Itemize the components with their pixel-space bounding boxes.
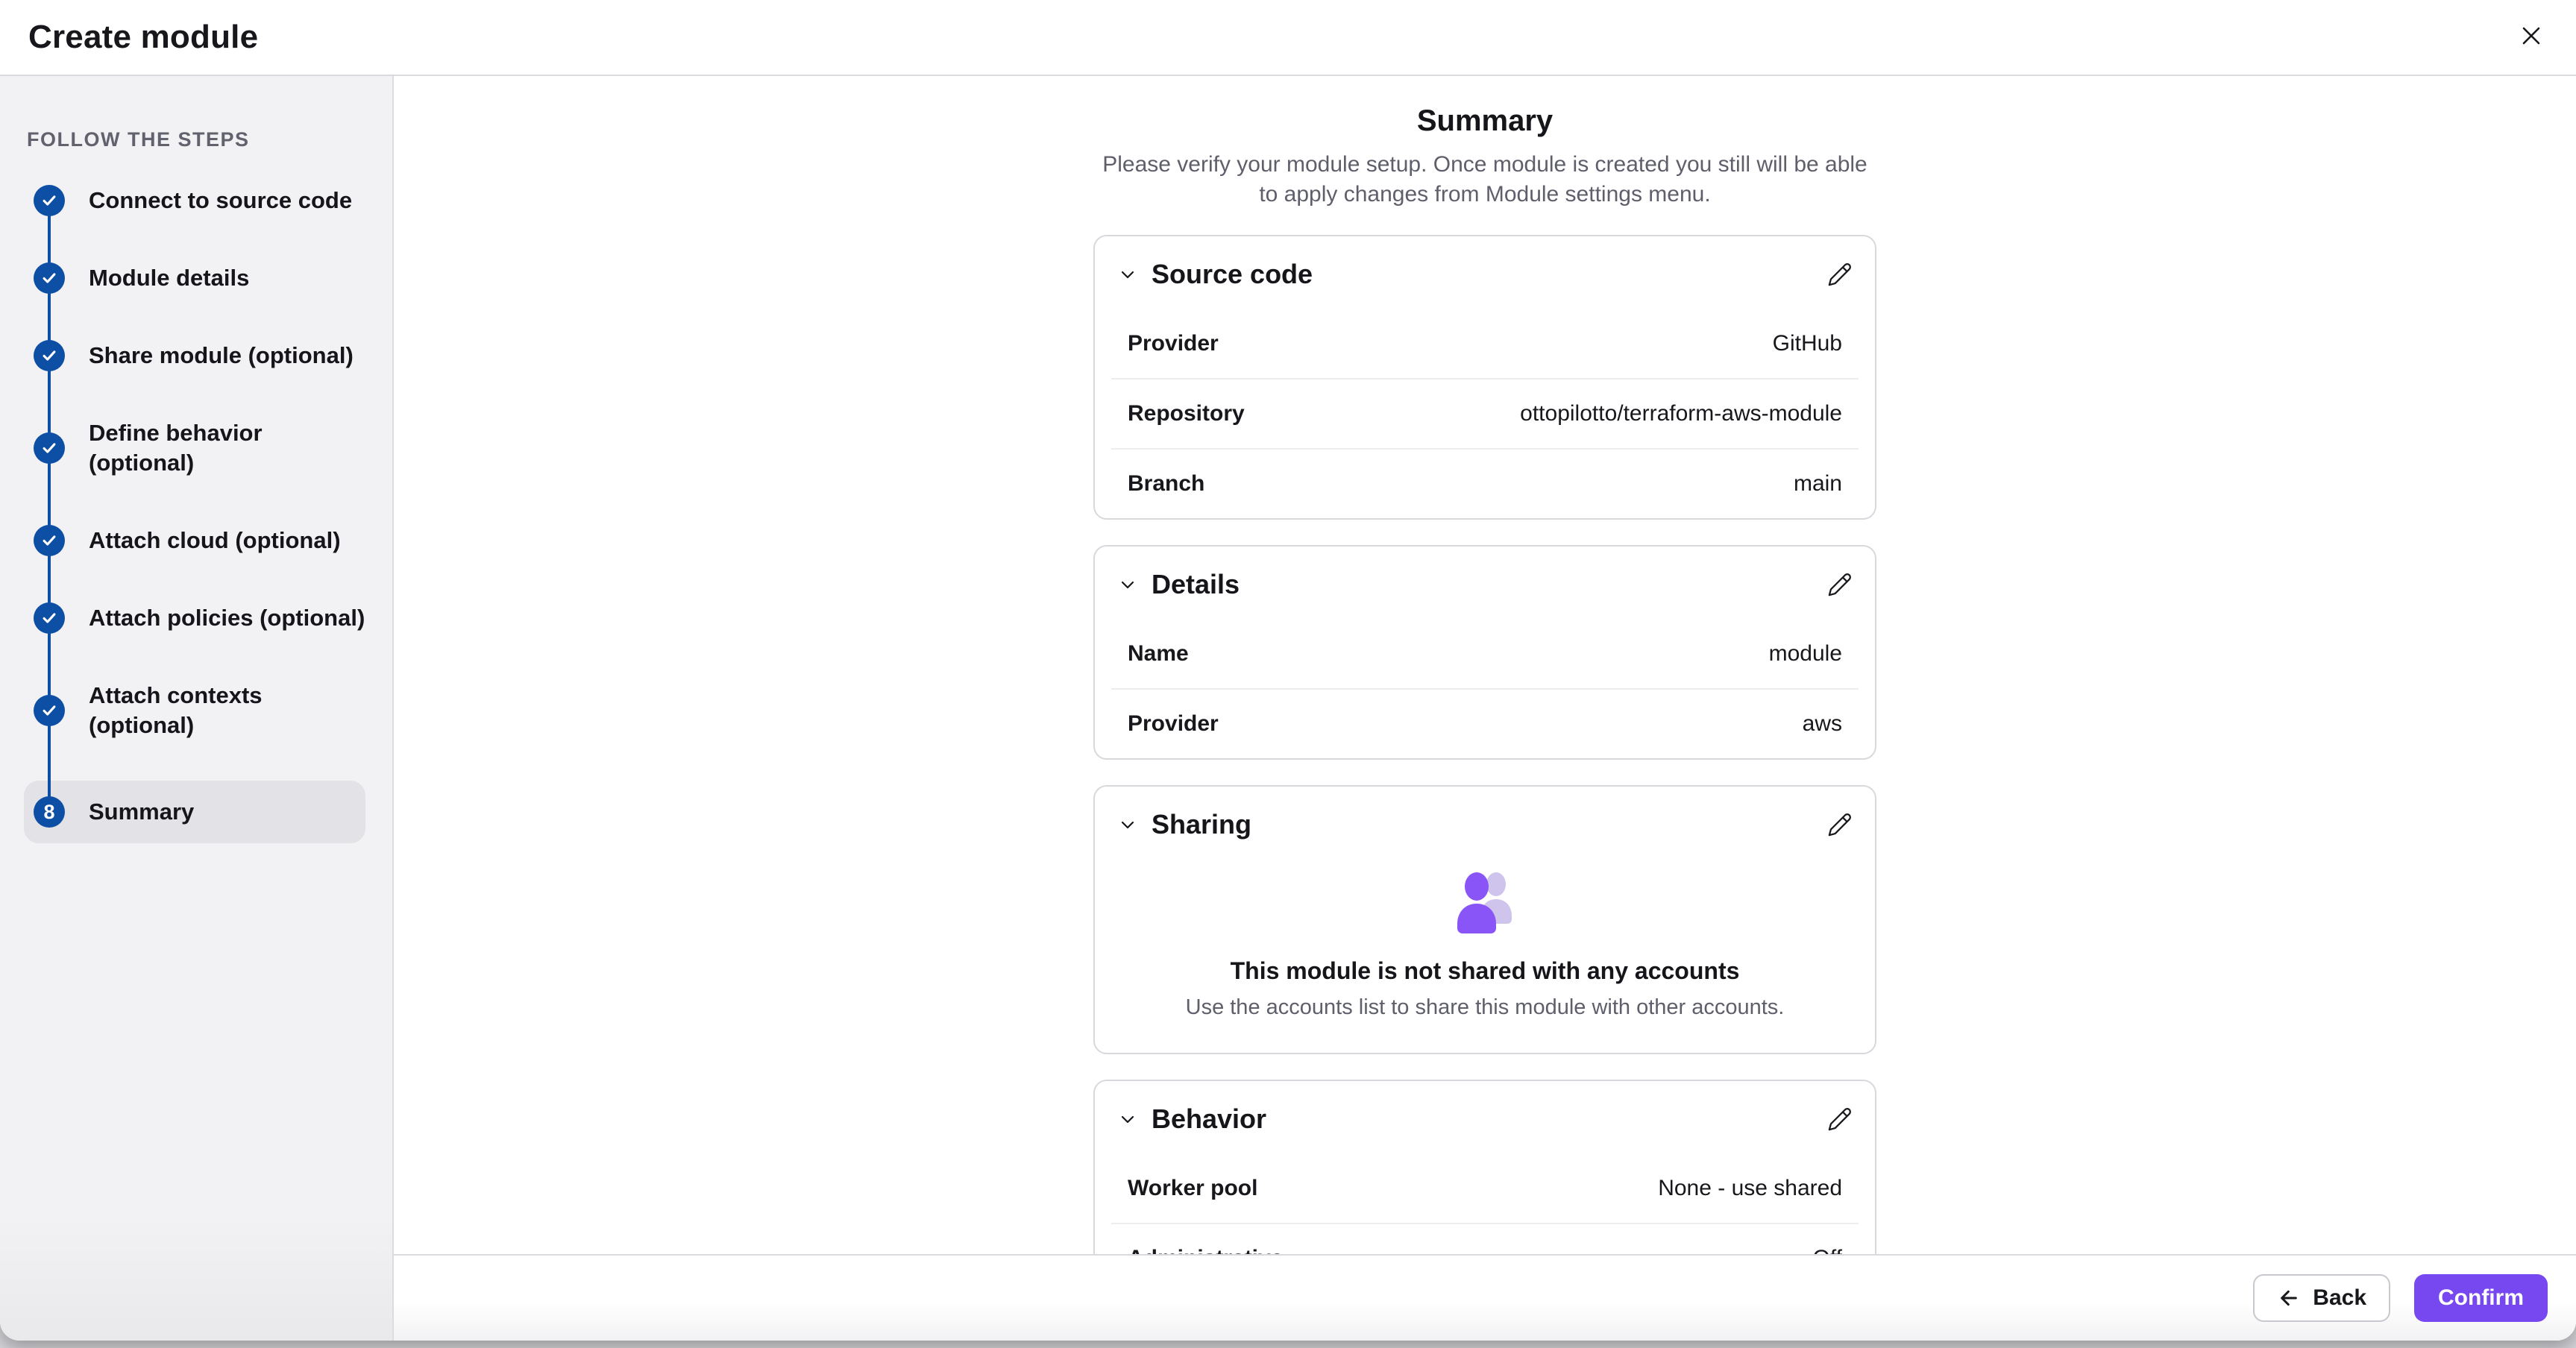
row-value: None - use shared	[1658, 1177, 1842, 1200]
sharing-empty-state: This module is not shared with any accou…	[1111, 860, 1859, 1053]
chevron-down-icon[interactable]	[1117, 574, 1138, 595]
row-label: Provider	[1128, 712, 1219, 736]
section-details: Details Name module Provider aws	[1093, 545, 1876, 760]
row-label: Provider	[1128, 332, 1219, 356]
sidebar-item-define-behavior[interactable]: Define behavior (optional)	[34, 411, 392, 485]
row-value: Off	[1813, 1247, 1842, 1254]
dialog-footer: Back Confirm	[394, 1254, 2576, 1341]
sharing-empty-title: This module is not shared with any accou…	[1111, 957, 1859, 985]
dialog-title: Create module	[28, 19, 258, 56]
arrow-left-icon	[2277, 1286, 2301, 1310]
step-label: Attach cloud (optional)	[89, 526, 341, 555]
check-icon	[34, 185, 65, 216]
edit-icon[interactable]	[1827, 1106, 1853, 1132]
row-value: GitHub	[1773, 332, 1842, 356]
check-icon	[34, 695, 65, 726]
close-button[interactable]	[2515, 21, 2548, 54]
page-subtitle: Please verify your module setup. Once mo…	[1092, 150, 1879, 210]
step-label: Share module (optional)	[89, 341, 354, 371]
step-label: Connect to source code	[89, 186, 352, 215]
row-label: Branch	[1128, 472, 1204, 496]
section-title: Sharing	[1152, 809, 1251, 840]
check-icon	[34, 262, 65, 294]
step-number-badge: 8	[34, 796, 65, 828]
row-label: Administrative	[1128, 1247, 1283, 1254]
section-title: Behavior	[1152, 1103, 1266, 1135]
sidebar-item-attach-policies[interactable]: Attach policies (optional)	[34, 596, 392, 640]
chevron-down-icon[interactable]	[1117, 814, 1138, 835]
steps-list: Connect to source code Module details Sh…	[0, 178, 392, 843]
edit-icon[interactable]	[1827, 262, 1853, 287]
create-module-dialog: Create module FOLLOW THE STEPS Connect t…	[0, 0, 2576, 1341]
step-label: Attach contexts (optional)	[89, 681, 312, 740]
row-label: Repository	[1128, 402, 1245, 426]
row-label: Name	[1128, 642, 1189, 666]
confirm-button[interactable]: Confirm	[2414, 1274, 2548, 1322]
summary-row: Branch main	[1111, 448, 1859, 518]
dialog-header: Create module	[0, 0, 2576, 76]
section-behavior: Behavior Worker pool None - use shared A…	[1093, 1080, 1876, 1254]
step-label: Define behavior (optional)	[89, 418, 312, 478]
sidebar-item-attach-contexts[interactable]: Attach contexts (optional)	[34, 673, 392, 748]
row-value: aws	[1803, 712, 1842, 736]
summary-row: Worker pool None - use shared	[1111, 1154, 1859, 1223]
steps-heading: FOLLOW THE STEPS	[0, 76, 392, 151]
sidebar-item-summary[interactable]: 8 Summary	[24, 781, 365, 843]
chevron-down-icon[interactable]	[1117, 264, 1138, 285]
main-pane: Summary Please verify your module setup.…	[394, 76, 2576, 1341]
check-icon	[34, 602, 65, 634]
users-icon	[1449, 864, 1521, 942]
section-title: Source code	[1152, 259, 1313, 290]
back-button-label: Back	[2313, 1285, 2366, 1311]
summary-row: Name module	[1111, 620, 1859, 688]
steps-sidebar: FOLLOW THE STEPS Connect to source code …	[0, 76, 394, 1341]
summary-row: Provider GitHub	[1111, 309, 1859, 378]
step-label: Attach policies (optional)	[89, 603, 365, 633]
sharing-empty-subtitle: Use the accounts list to share this modu…	[1111, 995, 1859, 1020]
edit-icon[interactable]	[1827, 812, 1853, 837]
check-icon	[34, 432, 65, 464]
section-title: Details	[1152, 569, 1240, 600]
sidebar-item-connect-to-source-code[interactable]: Connect to source code	[34, 178, 392, 223]
step-label: Module details	[89, 263, 249, 293]
summary-row: Administrative Off	[1111, 1223, 1859, 1254]
row-value: ottopilotto/terraform-aws-module	[1520, 402, 1842, 426]
step-label: Summary	[89, 797, 194, 827]
back-button[interactable]: Back	[2253, 1274, 2390, 1322]
page-title: Summary	[394, 104, 2576, 138]
summary-content: Summary Please verify your module setup.…	[394, 76, 2576, 1254]
summary-row: Repository ottopilotto/terraform-aws-mod…	[1111, 378, 1859, 448]
check-icon	[34, 525, 65, 556]
section-source-code: Source code Provider GitHub Repository o…	[1093, 235, 1876, 520]
chevron-down-icon[interactable]	[1117, 1109, 1138, 1130]
sidebar-item-share-module[interactable]: Share module (optional)	[34, 333, 392, 378]
summary-row: Provider aws	[1111, 688, 1859, 758]
sidebar-item-attach-cloud[interactable]: Attach cloud (optional)	[34, 518, 392, 563]
edit-icon[interactable]	[1827, 572, 1853, 597]
row-value: main	[1794, 472, 1842, 496]
row-label: Worker pool	[1128, 1177, 1257, 1200]
section-sharing: Sharing	[1093, 785, 1876, 1054]
confirm-button-label: Confirm	[2438, 1285, 2524, 1311]
row-value: module	[1769, 642, 1842, 666]
close-icon	[2518, 22, 2545, 53]
check-icon	[34, 340, 65, 371]
sidebar-item-module-details[interactable]: Module details	[34, 256, 392, 300]
